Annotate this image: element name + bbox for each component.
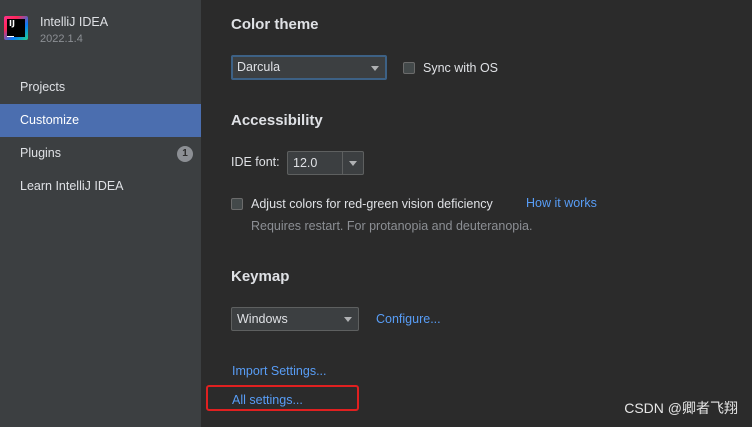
color-theme-value: Darcula: [237, 60, 281, 74]
sync-with-os-checkbox[interactable]: [403, 62, 415, 74]
sidebar-item-label: Learn IntelliJ IDEA: [20, 179, 124, 193]
restart-hint: Requires restart. For protanopia and deu…: [251, 219, 533, 233]
color-theme-dropdown[interactable]: Darcula: [231, 55, 387, 80]
how-it-works-link[interactable]: How it works: [526, 196, 597, 210]
color-theme-title: Color theme: [231, 16, 319, 33]
sync-with-os-label[interactable]: Sync with OS: [423, 61, 498, 75]
logo-bar: [7, 36, 14, 37]
keymap-title: Keymap: [231, 268, 290, 285]
sidebar-item-customize[interactable]: Customize: [0, 104, 201, 137]
keymap-dropdown[interactable]: Windows: [231, 307, 359, 331]
configure-keymap-link[interactable]: Configure...: [376, 312, 441, 326]
sidebar: IJ IntelliJ IDEA 2022.1.4 Projects Custo…: [0, 0, 201, 427]
chevron-down-icon: [349, 161, 357, 166]
keymap-value: Windows: [237, 312, 288, 326]
plugins-update-badge: 1: [177, 146, 193, 162]
customize-panel: Color theme Darcula Sync with OS Accessi…: [201, 0, 752, 427]
chevron-down-icon: [344, 317, 352, 322]
combo-separator: [342, 152, 343, 174]
welcome-window: IJ IntelliJ IDEA 2022.1.4 Projects Custo…: [0, 0, 752, 427]
sidebar-item-learn[interactable]: Learn IntelliJ IDEA: [0, 170, 201, 203]
app-version: 2022.1.4: [40, 33, 83, 45]
csdn-watermark: CSDN @卿者飞翔: [624, 400, 738, 416]
brand-header: IJ IntelliJ IDEA 2022.1.4: [0, 0, 201, 60]
sidebar-nav: Projects Customize Plugins 1 Learn Intel…: [0, 71, 201, 203]
sidebar-item-label: Customize: [20, 113, 80, 127]
accessibility-title: Accessibility: [231, 112, 323, 129]
sidebar-item-plugins[interactable]: Plugins 1: [0, 137, 201, 170]
chevron-down-icon: [371, 65, 379, 71]
ide-font-dropdown[interactable]: 12.0: [287, 151, 364, 175]
adjust-colors-label[interactable]: Adjust colors for red-green vision defic…: [251, 197, 493, 211]
import-settings-link[interactable]: Import Settings...: [232, 364, 326, 378]
logo-text: IJ: [7, 19, 25, 37]
sidebar-item-label: Projects: [20, 80, 66, 94]
intellij-logo-icon: IJ: [4, 16, 28, 40]
sidebar-item-projects[interactable]: Projects: [0, 71, 201, 104]
ide-font-value: 12.0: [293, 156, 318, 170]
annotation-highlight-box: [206, 385, 359, 411]
app-name: IntelliJ IDEA: [40, 15, 109, 29]
adjust-colors-checkbox[interactable]: [231, 198, 243, 210]
ide-font-label: IDE font:: [231, 155, 280, 169]
sidebar-item-label: Plugins: [20, 146, 61, 160]
